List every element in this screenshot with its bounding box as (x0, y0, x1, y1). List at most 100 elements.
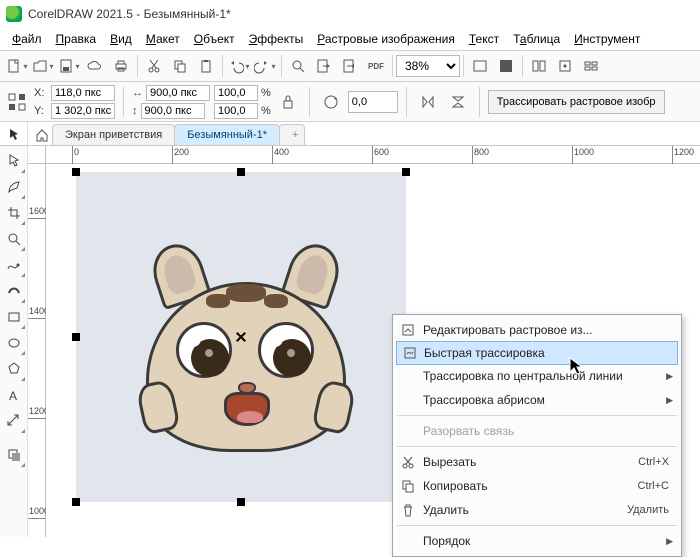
zoom-select[interactable]: 38% (396, 55, 460, 77)
edit-bitmap-icon (400, 322, 416, 338)
title-bar: CorelDRAW 2021.5 - Безымянный-1* (0, 0, 700, 28)
submenu-arrow-icon: ▶ (666, 536, 673, 547)
selection-handle[interactable] (72, 498, 80, 506)
dimension-tool[interactable] (2, 408, 26, 434)
freehand-tool[interactable] (2, 252, 26, 278)
text-tool[interactable]: A (2, 382, 26, 408)
ruler-origin[interactable] (28, 146, 46, 164)
menu-tools[interactable]: Инструмент (568, 30, 646, 48)
height-input[interactable] (141, 103, 205, 119)
undo-button[interactable]: ▾ (226, 53, 252, 79)
menu-object[interactable]: Объект (188, 30, 241, 48)
selection-handle[interactable] (72, 333, 80, 341)
menu-table[interactable]: Таблица (507, 30, 566, 48)
menu-file[interactable]: Файл (6, 30, 48, 48)
property-bar: X: Y: ↔ ↕ % % Трассировать растровое изо… (0, 82, 700, 122)
ctx-copy[interactable]: Копировать Ctrl+C (395, 474, 679, 498)
options-button[interactable] (578, 53, 604, 79)
position-group: X: Y: (34, 85, 115, 119)
menu-text[interactable]: Текст (463, 30, 505, 48)
svg-text:A: A (9, 389, 17, 403)
lock-ratio-button[interactable] (275, 89, 301, 115)
window-title: CorelDRAW 2021.5 - Безымянный-1* (28, 7, 231, 21)
ctx-edit-bitmap[interactable]: Редактировать растровое из... (395, 318, 679, 342)
x-label: X: (34, 87, 48, 99)
selection-handle[interactable] (72, 168, 80, 176)
y-label: Y: (34, 105, 48, 117)
mirror-v-button[interactable] (445, 89, 471, 115)
menu-effects[interactable]: Эффекты (243, 30, 310, 48)
size-group: ↔ ↕ (132, 85, 210, 119)
app-icon (6, 6, 22, 22)
ctx-quick-trace[interactable]: Быстрая трассировка (396, 341, 678, 365)
trace-bitmap-button[interactable]: Трассировать растровое изобр (488, 90, 665, 114)
angle-input[interactable] (348, 91, 398, 113)
standard-toolbar: ▾ ▾ ▾ ▾ ▾ PDF 38% (0, 50, 700, 82)
position-icon (4, 89, 30, 115)
crop-tool[interactable] (2, 200, 26, 226)
copy-button[interactable] (167, 53, 193, 79)
zoom-tool[interactable] (2, 226, 26, 252)
cloud-button[interactable] (82, 53, 108, 79)
ruler-horizontal[interactable]: 0 200 400 600 800 1000 1200 (46, 146, 700, 164)
ctx-break-link: Разорвать связь (395, 419, 679, 443)
cut-icon (400, 454, 416, 470)
y-input[interactable] (51, 103, 115, 119)
menu-layout[interactable]: Макет (140, 30, 186, 48)
print-button[interactable] (108, 53, 134, 79)
menu-edit[interactable]: Правка (50, 30, 103, 48)
tab-welcome[interactable]: Экран приветствия (52, 124, 175, 145)
home-icon[interactable] (32, 125, 52, 145)
width-input[interactable] (146, 85, 210, 101)
save-button[interactable]: ▾ (56, 53, 82, 79)
submenu-arrow-icon: ▶ (666, 395, 673, 406)
cut-button[interactable] (141, 53, 167, 79)
import-button[interactable] (311, 53, 337, 79)
export-button[interactable] (337, 53, 363, 79)
tab-document-1[interactable]: Безымянный-1* (174, 124, 280, 145)
snap-button[interactable] (552, 53, 578, 79)
open-button[interactable]: ▾ (30, 53, 56, 79)
ctx-centerline-trace[interactable]: Трассировка по центральной линии ▶ (395, 364, 679, 388)
copy-icon (400, 478, 416, 494)
redo-button[interactable]: ▾ (252, 53, 278, 79)
selection-handle[interactable] (402, 168, 410, 176)
new-button[interactable]: ▾ (4, 53, 30, 79)
selection-handle[interactable] (237, 498, 245, 506)
ellipse-tool[interactable] (2, 330, 26, 356)
ctx-order[interactable]: Порядок ▶ (395, 529, 679, 553)
paste-button[interactable] (193, 53, 219, 79)
menu-bitmaps[interactable]: Растровые изображения (311, 30, 461, 48)
scale-x-input[interactable] (214, 85, 258, 101)
artistic-media-tool[interactable] (2, 278, 26, 304)
search-button[interactable] (285, 53, 311, 79)
ruler-vertical[interactable]: 1600 1400 1200 1000 (28, 164, 46, 537)
dropshadow-tool[interactable] (2, 442, 26, 468)
scale-group: % % (214, 85, 271, 119)
selection-handle[interactable] (237, 168, 245, 176)
delete-icon (400, 502, 416, 518)
preview-button[interactable] (493, 53, 519, 79)
ctx-cut[interactable]: Вырезать Ctrl+X (395, 450, 679, 474)
rotate-icon (318, 89, 344, 115)
rectangle-tool[interactable] (2, 304, 26, 330)
tab-add[interactable]: + (279, 124, 305, 145)
publish-pdf-button[interactable]: PDF (363, 53, 389, 79)
ctx-delete[interactable]: Удалить Удалить (395, 498, 679, 522)
document-tabs: Экран приветствия Безымянный-1* + (0, 122, 700, 146)
pick-tool-cell[interactable] (0, 122, 28, 145)
scale-y-input[interactable] (214, 103, 258, 119)
ctx-outline-trace[interactable]: Трассировка абрисом ▶ (395, 388, 679, 412)
dockers-button[interactable] (526, 53, 552, 79)
x-input[interactable] (51, 85, 115, 101)
pick-tool[interactable] (2, 148, 26, 174)
selection-center[interactable] (236, 332, 246, 342)
mirror-h-button[interactable] (415, 89, 441, 115)
context-menu: Редактировать растровое из... Быстрая тр… (392, 314, 682, 557)
toolbox: A (0, 146, 28, 537)
menu-view[interactable]: Вид (104, 30, 138, 48)
menu-bar: Файл Правка Вид Макет Объект Эффекты Рас… (0, 28, 700, 50)
polygon-tool[interactable] (2, 356, 26, 382)
shape-tool[interactable] (2, 174, 26, 200)
fullscreen-button[interactable] (467, 53, 493, 79)
